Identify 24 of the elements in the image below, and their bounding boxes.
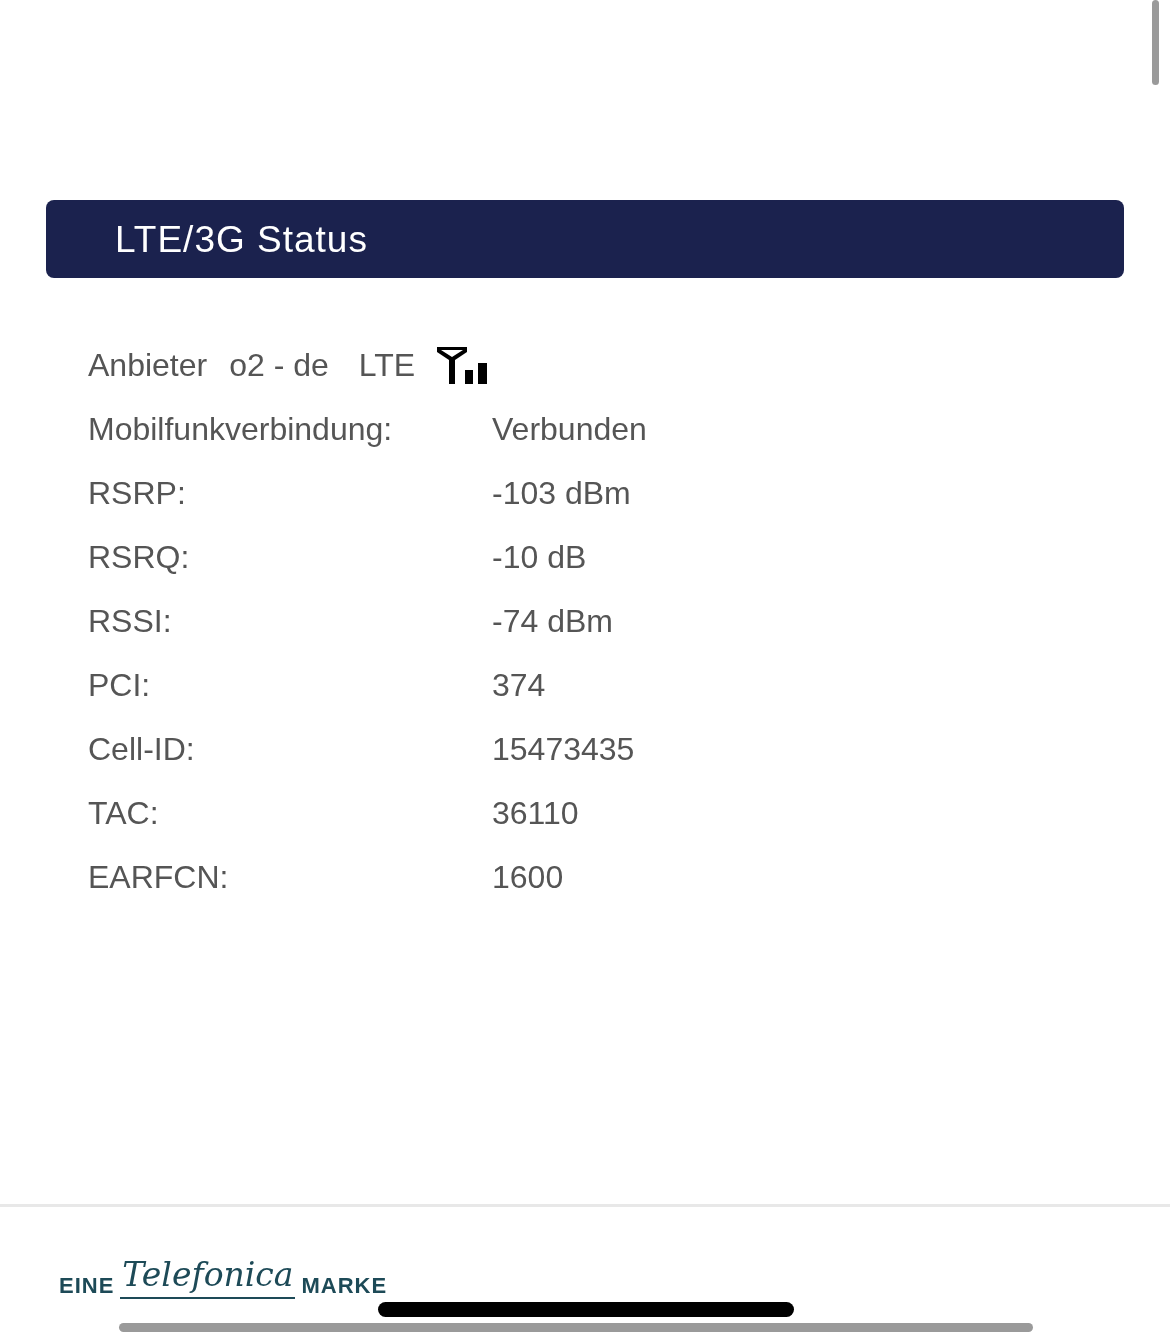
field-label: TAC: bbox=[88, 794, 160, 833]
signal-strength-icon bbox=[437, 346, 489, 384]
section-title: LTE/3G Status bbox=[115, 220, 368, 258]
field-value: 15473435 bbox=[492, 730, 635, 769]
logo-prefix: EINE bbox=[59, 1272, 115, 1300]
field-value: 1600 bbox=[492, 858, 564, 897]
logo-wordmark: Telefonica bbox=[120, 1255, 296, 1299]
field-label: Cell-ID: bbox=[88, 730, 196, 769]
field-label: EARFCN: bbox=[88, 858, 230, 897]
provider-label: Anbieter bbox=[88, 346, 208, 385]
field-value: Verbunden bbox=[492, 410, 647, 449]
field-label: RSRQ: bbox=[88, 538, 191, 577]
field-value: -74 dBm bbox=[492, 602, 613, 641]
field-label: Mobilfunkverbindung: bbox=[88, 410, 394, 449]
field-value: -103 dBm bbox=[492, 474, 631, 513]
network-type: LTE bbox=[358, 346, 416, 385]
field-value: 374 bbox=[492, 666, 546, 705]
field-label: RSSI: bbox=[88, 602, 173, 641]
field-label: RSRP: bbox=[88, 474, 187, 513]
field-value: 36110 bbox=[492, 794, 579, 833]
logo-suffix: MARKE bbox=[301, 1272, 388, 1300]
field-value: -10 dB bbox=[492, 538, 587, 577]
provider-name: o2 - de bbox=[229, 346, 329, 385]
field-label: PCI: bbox=[88, 666, 152, 705]
